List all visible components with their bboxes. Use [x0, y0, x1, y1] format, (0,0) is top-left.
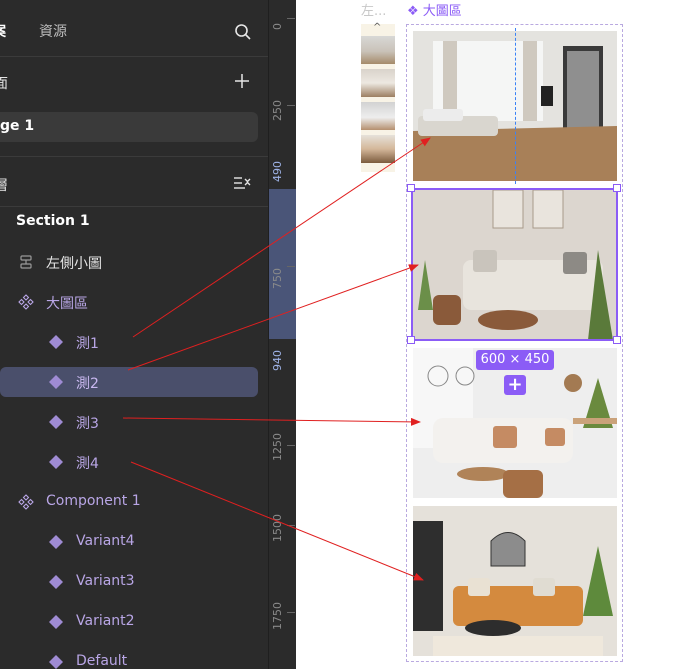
arrow-test2	[127, 264, 419, 371]
annotation-arrows	[122, 137, 431, 581]
arrow-test3	[122, 417, 421, 426]
arrow-test1	[132, 137, 431, 338]
arrow-test4	[130, 461, 424, 581]
